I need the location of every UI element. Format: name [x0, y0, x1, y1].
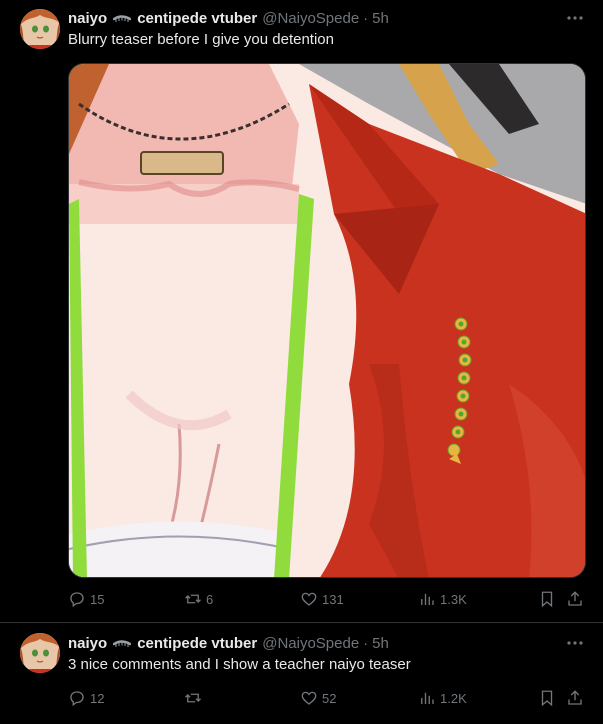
like-button[interactable]: 52 — [300, 687, 336, 709]
view-count: 1.2K — [440, 690, 467, 706]
media-illustration — [69, 64, 585, 577]
tweet-text: 3 nice comments and I show a teacher nai… — [68, 656, 411, 673]
repost-count: 6 — [206, 591, 214, 607]
more-options-button[interactable] — [565, 8, 585, 28]
separator-dot: · — [363, 634, 369, 652]
tweet-media-image[interactable] — [68, 63, 586, 578]
avatar[interactable] — [20, 9, 60, 49]
avatar[interactable] — [20, 633, 60, 673]
repost-arrows-icon — [185, 594, 201, 604]
bar-chart-icon — [421, 593, 434, 605]
timestamp[interactable]: 5h — [372, 10, 389, 27]
share-button[interactable] — [566, 588, 584, 610]
display-name[interactable]: naiyo — [68, 635, 107, 652]
tweet-actions: 15 6 131 1.3K — [68, 588, 588, 610]
reply-bubble-icon — [70, 691, 84, 707]
repost-button[interactable]: 6 — [184, 588, 213, 610]
timeline-feed: naiyo centipede vtuber @NaiyoSpede · 5h … — [0, 0, 603, 724]
reply-bubble-icon — [70, 592, 84, 608]
reply-button[interactable]: 12 — [68, 687, 104, 709]
bookmark-icon — [541, 690, 553, 707]
user-handle[interactable]: @NaiyoSpede — [262, 10, 359, 27]
like-button[interactable]: 131 — [300, 588, 344, 610]
more-horizontal-icon — [567, 16, 583, 20]
centipede-emoji-icon — [112, 635, 132, 652]
reply-count: 12 — [90, 690, 105, 706]
avatar-image — [20, 633, 60, 673]
bookmark-icon — [541, 591, 553, 608]
reply-count: 15 — [90, 591, 105, 607]
tweet[interactable]: naiyo centipede vtuber @NaiyoSpede · 5h … — [0, 0, 603, 623]
view-count: 1.3K — [440, 591, 467, 607]
repost-arrows-icon — [185, 693, 201, 703]
like-count: 131 — [322, 591, 344, 607]
like-count: 52 — [322, 690, 337, 706]
views-button[interactable]: 1.3K — [418, 588, 467, 610]
views-button[interactable]: 1.2K — [418, 687, 467, 709]
display-name-suffix[interactable]: centipede vtuber — [137, 635, 257, 652]
heart-icon — [301, 592, 317, 606]
tweet-text: Blurry teaser before I give you detentio… — [68, 31, 334, 48]
heart-icon — [301, 691, 317, 705]
share-upload-icon — [568, 690, 582, 705]
timestamp[interactable]: 5h — [372, 635, 389, 652]
bookmark-button[interactable] — [538, 588, 556, 610]
display-name-suffix[interactable]: centipede vtuber — [137, 10, 257, 27]
reply-button[interactable]: 15 — [68, 588, 104, 610]
avatar-image — [20, 9, 60, 49]
tweet[interactable]: naiyo centipede vtuber @NaiyoSpede · 5h … — [0, 623, 603, 724]
tweet-header: naiyo centipede vtuber @NaiyoSpede · 5h — [68, 633, 389, 653]
share-button[interactable] — [566, 687, 584, 709]
more-horizontal-icon — [567, 641, 583, 645]
display-name[interactable]: naiyo — [68, 10, 107, 27]
repost-button[interactable] — [184, 687, 206, 709]
tweet-actions: 12 52 1.2K — [68, 687, 588, 709]
centipede-emoji-icon — [112, 10, 132, 27]
bar-chart-icon — [421, 692, 434, 704]
share-upload-icon — [568, 591, 582, 606]
user-handle[interactable]: @NaiyoSpede — [262, 635, 359, 652]
separator-dot: · — [363, 9, 369, 27]
tweet-header: naiyo centipede vtuber @NaiyoSpede · 5h — [68, 8, 389, 28]
bookmark-button[interactable] — [538, 687, 556, 709]
more-options-button[interactable] — [565, 633, 585, 653]
